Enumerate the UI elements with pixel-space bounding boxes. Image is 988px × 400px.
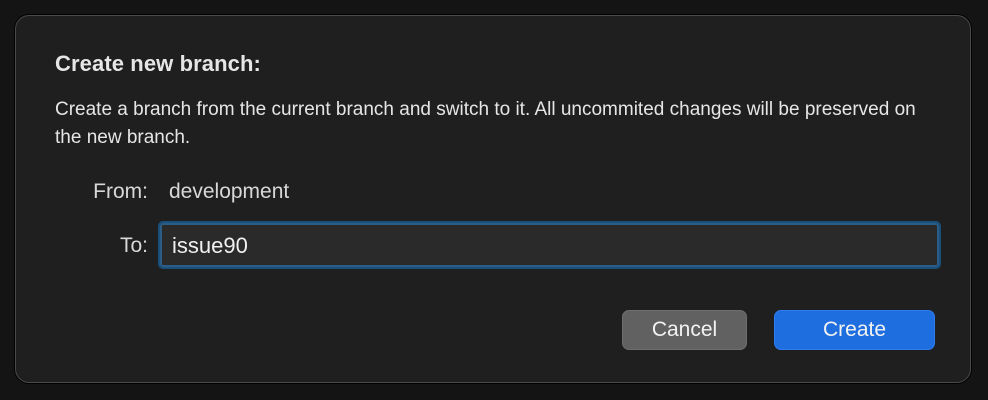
from-label: From: (93, 180, 148, 203)
create-button[interactable]: Create (774, 310, 935, 350)
dialog-description: Create a branch from the current branch … (55, 99, 916, 148)
from-branch-value: development (169, 180, 290, 203)
new-branch-name-input[interactable] (158, 221, 941, 269)
dialog-title: Create new branch: (55, 51, 261, 76)
create-branch-dialog: Create new branch: Create a branch from … (15, 15, 971, 383)
to-label: To: (119, 234, 148, 257)
cancel-button[interactable]: Cancel (622, 310, 747, 350)
